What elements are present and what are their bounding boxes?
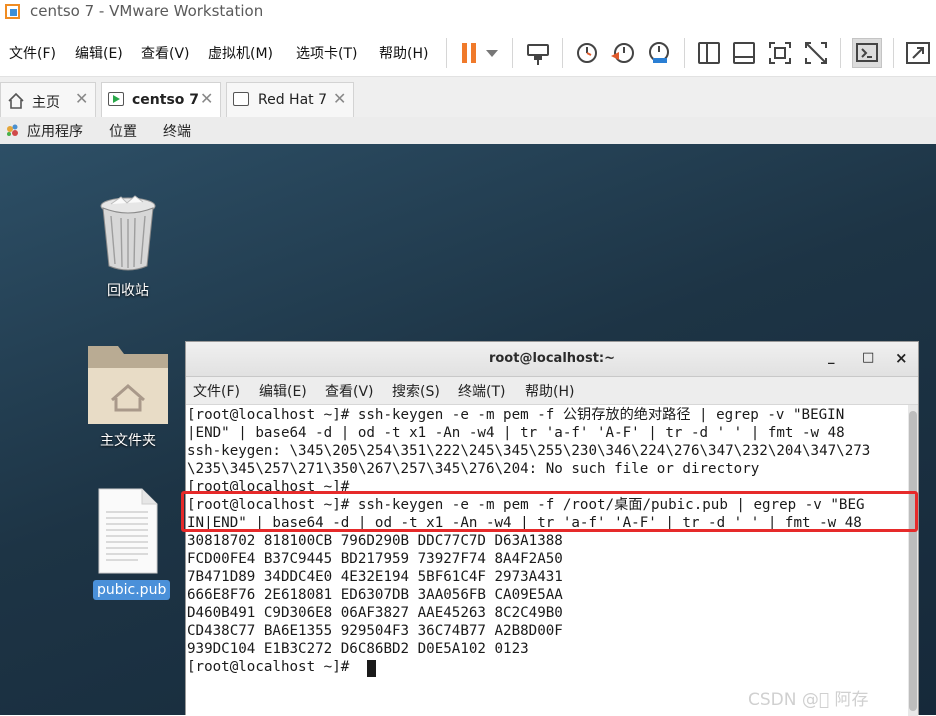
terminal-line: FCD00FE4 B37C9445 BD217959 73927F74 8A4F…	[187, 551, 563, 567]
desktop-icon-trash[interactable]: 回收站	[90, 194, 166, 304]
menu-view[interactable]: 查看(V)	[141, 43, 190, 63]
revert-snapshot-icon[interactable]	[610, 40, 636, 66]
toolbar-separator	[562, 38, 563, 68]
vm-icon	[233, 92, 249, 106]
vm-running-icon	[108, 92, 124, 106]
vmware-logo-icon	[5, 4, 20, 19]
desktop-icon-label: 主文件夹	[100, 433, 156, 449]
trash-icon	[100, 195, 156, 271]
tab-label: centso 7	[132, 92, 200, 108]
terminal-line: [root@localhost ~]#	[187, 659, 358, 675]
desktop-icon-label: pubic.pub	[93, 580, 171, 600]
fit-guest-icon[interactable]	[767, 40, 793, 66]
terminal-menu-file[interactable]: 文件(F)	[193, 381, 240, 401]
snapshot-manager-icon[interactable]	[646, 40, 672, 66]
terminal-line: 939DC104 E1B3C272 D6C86BD2 D0E5A102 0123	[187, 641, 529, 657]
toolbar-separator	[684, 38, 685, 68]
vmware-menu-toolbar: 文件(F) 编辑(E) 查看(V) 虚拟机(M) 选项卡(T) 帮助(H)	[0, 24, 936, 77]
dropdown-icon[interactable]	[484, 40, 500, 66]
home-folder-icon	[88, 346, 168, 424]
home-icon	[8, 92, 24, 109]
close-icon[interactable]: ✕	[333, 89, 346, 108]
terminal-menu[interactable]: 终端	[163, 121, 191, 141]
terminal-title-bar[interactable]: root@localhost:~ _ □ ×	[186, 342, 918, 377]
terminal-title: root@localhost:~	[488, 351, 616, 366]
tab-label: 主页	[32, 95, 60, 111]
tab-centos7[interactable]: centso 7 ✕	[101, 82, 221, 117]
text-file-icon	[98, 488, 158, 574]
unity-icon[interactable]	[803, 40, 829, 66]
terminal-line: CD438C77 BA6E1355 929504F3 36C74B77 A2B8…	[187, 623, 563, 639]
toolbar-separator	[446, 38, 447, 68]
minimize-button[interactable]: _	[828, 350, 835, 365]
vm-tab-bar: 主页 ✕ centso 7 ✕ Red Hat 7 ✕	[0, 77, 936, 118]
menu-file[interactable]: 文件(F)	[9, 43, 56, 63]
terminal-line: [root@localhost ~]# ssh-keygen -e -m pem…	[187, 407, 845, 423]
places-menu[interactable]: 位置	[109, 121, 137, 141]
menu-help[interactable]: 帮助(H)	[379, 43, 428, 63]
fullscreen-icon[interactable]	[905, 40, 931, 66]
terminal-scrollbar[interactable]	[908, 405, 918, 716]
scrollbar-thumb[interactable]	[909, 411, 917, 711]
snapshot-icon[interactable]	[574, 40, 600, 66]
terminal-line: 666E8F76 2E618081 ED6307DB 3AA056FB CA09…	[187, 587, 563, 603]
pause-icon[interactable]	[458, 40, 484, 66]
menu-tabs[interactable]: 选项卡(T)	[296, 43, 357, 63]
terminal-cursor	[367, 660, 376, 677]
thumbnail-icon[interactable]	[733, 42, 755, 64]
close-button[interactable]: ×	[895, 349, 908, 367]
terminal-menubar: 文件(F) 编辑(E) 查看(V) 搜索(S) 终端(T) 帮助(H)	[186, 377, 918, 405]
terminal-line: 30818702 818100CB 796D290B DDC77C7D D63A…	[187, 533, 563, 549]
close-icon[interactable]: ✕	[75, 89, 88, 108]
terminal-menu-search[interactable]: 搜索(S)	[392, 381, 440, 401]
gnome-foot-icon	[7, 124, 18, 136]
close-icon[interactable]: ✕	[200, 89, 213, 108]
desktop-icon-label: 回收站	[107, 283, 149, 299]
highlight-box	[181, 491, 918, 532]
toolbar-separator	[512, 38, 513, 68]
tab-redhat7[interactable]: Red Hat 7 ✕	[226, 82, 354, 117]
window-title: centso 7 - VMware Workstation	[30, 2, 264, 20]
terminal-line: |END" | base64 -d | od -t x1 -An -w4 | t…	[187, 425, 845, 441]
terminal-line: D460B491 C9D306E8 06AF3827 AAE45263 8C2C…	[187, 605, 563, 621]
gnome-top-bar: 应用程序 位置 终端	[0, 117, 936, 144]
desktop-icon-pubic-pub[interactable]: pubic.pub	[90, 488, 171, 603]
library-icon[interactable]	[698, 42, 720, 64]
applications-menu[interactable]: 应用程序	[27, 121, 83, 141]
terminal-menu-edit[interactable]: 编辑(E)	[259, 381, 307, 401]
toolbar-separator	[893, 38, 894, 68]
watermark: CSDN @  阿存	[748, 690, 869, 710]
terminal-menu-help[interactable]: 帮助(H)	[525, 381, 574, 401]
terminal-menu-terminal[interactable]: 终端(T)	[458, 381, 505, 401]
vmware-title-bar: centso 7 - VMware Workstation	[0, 0, 936, 24]
terminal-line: ssh-keygen: \345\205\254\351\222\245\345…	[187, 443, 871, 459]
menu-edit[interactable]: 编辑(E)	[75, 43, 123, 63]
toolbar-separator	[840, 38, 841, 68]
send-ctrl-alt-del-icon[interactable]	[525, 40, 551, 66]
terminal-line: \235\345\257\271\350\267\257\345\276\204…	[187, 461, 760, 477]
desktop-icon-home-folder[interactable]: 主文件夹	[80, 340, 176, 455]
terminal-menu-view[interactable]: 查看(V)	[325, 381, 374, 401]
menu-vm[interactable]: 虚拟机(M)	[208, 43, 273, 63]
maximize-button[interactable]: □	[862, 350, 874, 365]
terminal-output[interactable]: [root@localhost ~]# ssh-keygen -e -m pem…	[186, 405, 908, 716]
tab-home[interactable]: 主页 ✕	[0, 82, 96, 117]
tab-label: Red Hat 7	[258, 92, 328, 108]
terminal-line: 7B471D89 34DDC4E0 4E32E194 5BF61C4F 2973…	[187, 569, 563, 585]
console-icon[interactable]	[852, 38, 882, 68]
